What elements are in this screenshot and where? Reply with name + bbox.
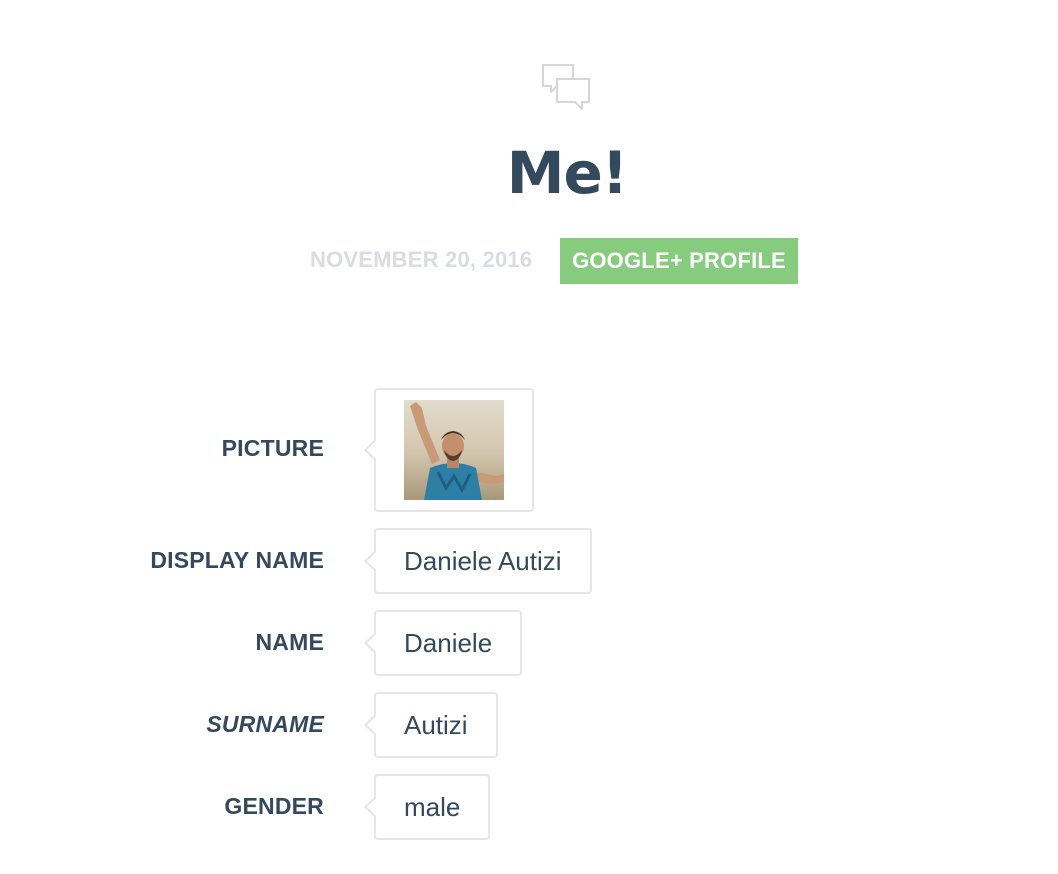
picture-label: PICTURE [221, 435, 324, 461]
display-name-value: Daniele Autizi [364, 528, 592, 594]
gender-value: male [363, 774, 491, 840]
surname-value: Autizi [364, 692, 498, 758]
post-date: NOVEMBER 20, 2016 [310, 247, 533, 272]
name-label: NAME [255, 629, 324, 655]
avatar [404, 400, 504, 500]
display-name-label: DISPLAY NAME [150, 547, 324, 573]
category-badge[interactable]: GOOGLE+ PROFILE [560, 238, 798, 284]
chat-bubbles-icon [541, 62, 591, 112]
picture-bubble [364, 388, 534, 512]
page-title: Me! [506, 139, 629, 207]
name-value: Daniele [363, 610, 523, 676]
surname-label: SURNAME [206, 711, 324, 737]
gender-label: GENDER [224, 793, 324, 819]
